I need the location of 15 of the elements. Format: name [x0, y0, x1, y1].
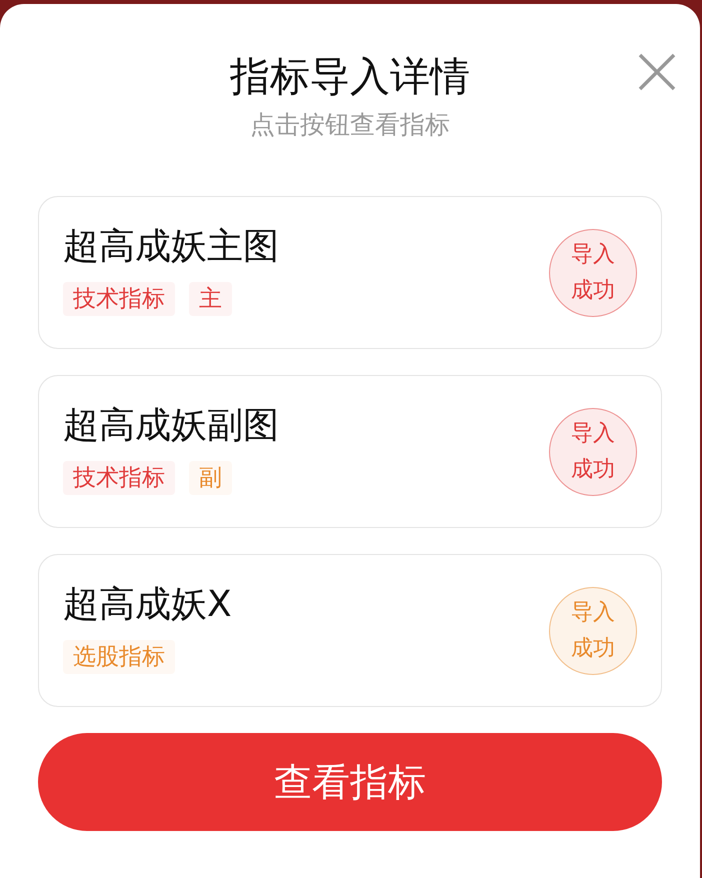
view-indicators-button[interactable]: 查看指标: [38, 733, 662, 831]
dialog-subtitle: 点击按钮查看指标: [250, 109, 450, 141]
indicator-tag: 选股指标: [63, 640, 175, 674]
status-stamp: 导入成功: [549, 586, 637, 674]
status-stamp: 导入成功: [549, 228, 637, 316]
status-stamp: 导入成功: [549, 408, 637, 496]
indicator-tag: 副: [189, 460, 232, 494]
indicator-tag: 技术指标: [63, 460, 175, 494]
indicator-name: 超高成妖主图: [63, 224, 279, 268]
indicator-tag: 技术指标: [63, 282, 175, 316]
indicator-tag: 主: [189, 282, 232, 316]
close-icon[interactable]: [637, 52, 677, 92]
dialog-title: 指标导入详情: [230, 53, 470, 102]
indicator-name: 超高成妖X: [63, 582, 232, 626]
indicator-name: 超高成妖副图: [63, 404, 279, 448]
